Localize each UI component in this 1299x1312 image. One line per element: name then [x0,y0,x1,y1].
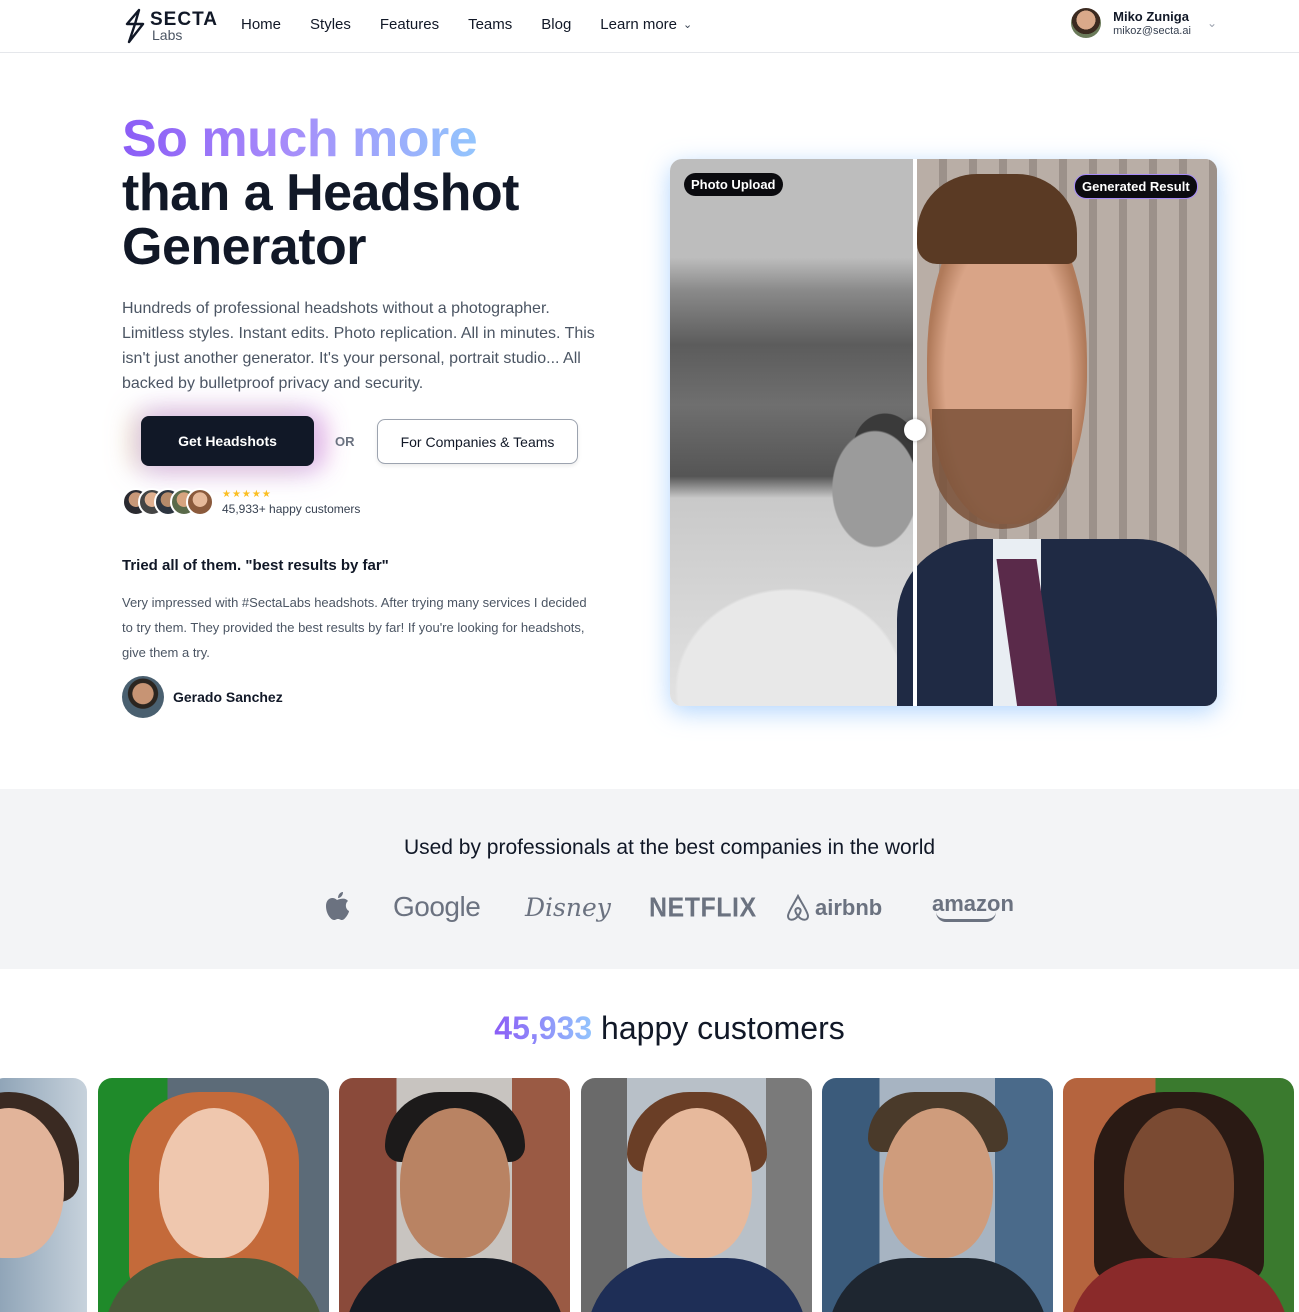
companies-title: Used by professionals at the best compan… [403,836,936,859]
airbnb-label: airbnb [815,895,883,920]
get-headshots-button[interactable]: Get Headshots [141,416,314,466]
companies-band [0,789,1299,969]
generated-result-tag: Generated Result [1074,174,1198,199]
testimonial-title: Tried all of them. "best results by far" [122,557,389,574]
or-separator: OR [335,434,355,449]
hero-description: Hundreds of professional headshots witho… [122,300,595,392]
testimonial-body: Very impressed with #SectaLabs headshots… [122,595,587,660]
author-avatar [122,676,164,718]
amazon-smile-icon [936,912,996,922]
top-navbar: SECTA Labs Home Styles Features Teams Bl… [0,0,1299,53]
user-email: mikoz@secta.ai [1113,25,1191,37]
logo-sub: Labs [152,27,183,43]
netflix-logo: NETFLIX [649,892,757,924]
customer-avatars [122,488,214,516]
customers-count: 45,933 [494,1010,593,1046]
before-after-comparison[interactable] [670,159,1217,706]
nav-styles[interactable]: Styles [310,16,351,33]
nav-learn-more[interactable]: Learn more ⌄ [600,16,692,33]
customer-headshot-card[interactable] [339,1078,570,1312]
customer-headshot-card[interactable] [98,1078,329,1312]
google-logo: Google [393,891,481,922]
nav-features[interactable]: Features [380,16,439,33]
testimonial-author: Gerado Sanchez [122,676,283,718]
hero-title: So much more than a Headshot Generator [122,110,520,276]
user-avatar [1071,8,1102,38]
author-name: Gerado Sanchez [173,689,283,705]
social-proof: ★★★★★ 45,933+ happy customers [122,488,360,516]
customer-headshot-card[interactable] [822,1078,1053,1312]
nav-learn-more-label: Learn more [600,16,678,33]
chevron-down-icon: ⌄ [683,19,693,31]
user-menu[interactable]: Miko Zuniga mikoz@secta.ai ⌄ [1071,8,1217,38]
comparison-slider-handle[interactable] [904,419,926,441]
customer-count-text: 45,933+ happy customers [222,501,361,516]
airbnb-icon [786,894,810,921]
star-rating-icon: ★★★★★ [222,488,272,500]
apple-logo-icon [326,892,349,920]
secta-logo-icon [125,8,145,44]
customers-title: 45,933 happy customers [0,1010,1299,1047]
customers-label: happy customers [601,1010,845,1046]
hero-title-highlight: So much more [122,110,478,168]
secta-labs-logo[interactable]: SECTA Labs [122,6,222,46]
chevron-down-icon: ⌄ [1206,16,1217,30]
airbnb-logo: airbnb [785,894,882,922]
nav-links: Home Styles Features Teams Blog Learn mo… [241,16,721,33]
customer-headshot-card[interactable] [1063,1078,1294,1312]
photo-upload-image [670,159,913,706]
customer-headshot-card[interactable] [581,1078,812,1312]
hero-title-line2: than a Headshot [122,164,520,222]
nav-blog[interactable]: Blog [541,16,571,33]
photo-upload-tag: Photo Upload [684,173,783,196]
nav-home[interactable]: Home [241,16,281,33]
customer-headshot-card[interactable] [0,1078,87,1312]
companies-teams-button[interactable]: For Companies & Teams [377,419,578,464]
generated-result-image [897,159,1217,706]
hero-title-line3: Generator [122,218,367,276]
avatar [186,488,214,516]
nav-teams[interactable]: Teams [468,16,512,33]
disney-logo: Disney [525,893,611,922]
user-name: Miko Zuniga [1113,9,1189,24]
